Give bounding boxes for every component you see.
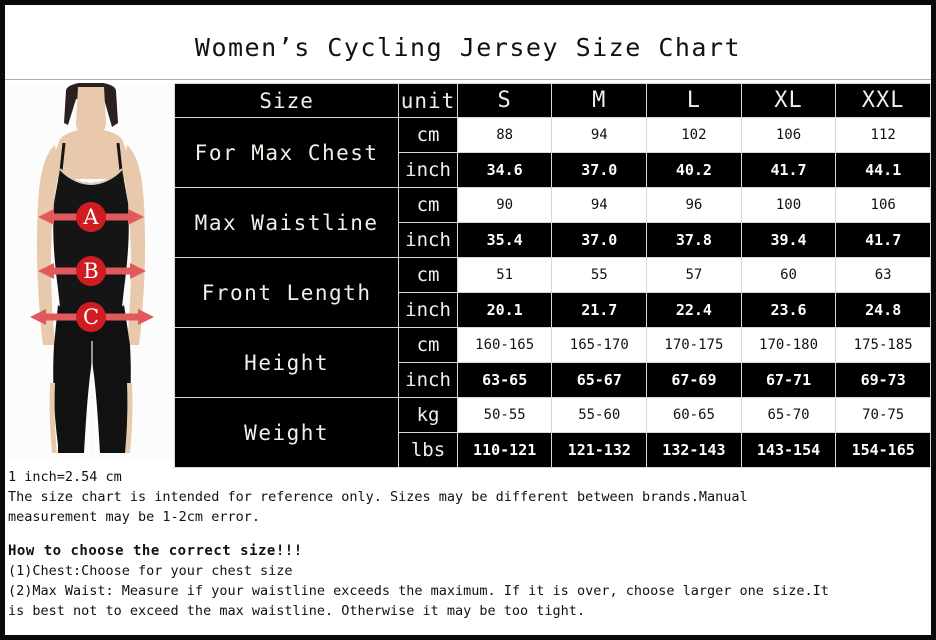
cell-3-inch-l: 67-69	[646, 362, 742, 398]
row-label-4: Weight	[173, 397, 400, 468]
header-size-s: S	[456, 83, 553, 118]
svg-text:C: C	[83, 305, 99, 329]
model-measurement-diagram: A B C	[8, 83, 174, 460]
svg-text:A: A	[82, 205, 99, 229]
header-size-m: M	[551, 83, 648, 118]
cell-2-cm-xl: 60	[740, 257, 837, 293]
cell-4-lbs-m: 121-132	[551, 432, 648, 468]
cell-1-inch-m: 37.0	[551, 222, 648, 258]
howto-line-3: is best not to exceed the max waistline.…	[8, 603, 586, 619]
cell-0-inch-m: 37.0	[551, 152, 648, 188]
note-conversion: 1 inch=2.54 cm	[8, 469, 122, 485]
cell-0-inch-s: 34.6	[456, 152, 553, 188]
cell-4-kg-s: 50-55	[456, 397, 553, 433]
table-row: For Max Chest cm 88 94 102 106 112	[173, 117, 931, 188]
cell-2-inch-xxl: 24.8	[835, 292, 931, 328]
cell-4-lbs-xl: 143-154	[740, 432, 837, 468]
cell-2-inch-xl: 23.6	[740, 292, 837, 328]
unit-cell-cm: cm	[398, 187, 458, 223]
unit-cell-inch: inch	[398, 152, 458, 188]
row-label-3: Height	[173, 327, 400, 398]
cell-2-inch-l: 22.4	[646, 292, 742, 328]
cell-4-kg-xxl: 70-75	[835, 397, 931, 433]
row-label-1: Max Waistline	[173, 187, 400, 258]
unit-cell-inch: inch	[398, 292, 458, 328]
cell-4-lbs-l: 132-143	[646, 432, 742, 468]
notes-block: 1 inch=2.54 cm The size chart is intende…	[8, 467, 928, 621]
cell-1-cm-xl: 100	[740, 187, 837, 223]
note-disclaimer-1: The size chart is intended for reference…	[8, 489, 748, 505]
row-label-2: Front Length	[173, 257, 400, 328]
cell-2-inch-s: 20.1	[456, 292, 553, 328]
cell-0-inch-l: 40.2	[646, 152, 742, 188]
svg-text:B: B	[83, 259, 98, 283]
cell-0-cm-xxl: 112	[835, 117, 931, 153]
cell-4-lbs-xxl: 154-165	[835, 432, 931, 468]
cell-1-inch-xxl: 41.7	[835, 222, 931, 258]
unit-cell-cm: cm	[398, 257, 458, 293]
howto-heading: How to choose the correct size!!!	[8, 543, 303, 559]
note-disclaimer-2: measurement may be 1-2cm error.	[8, 509, 260, 525]
cell-0-cm-l: 102	[646, 117, 742, 153]
cell-4-kg-xl: 65-70	[740, 397, 837, 433]
cell-3-cm-xl: 170-180	[740, 327, 837, 363]
cell-2-inch-m: 21.7	[551, 292, 648, 328]
cell-1-cm-s: 90	[456, 187, 553, 223]
cell-3-inch-m: 65-67	[551, 362, 648, 398]
cell-0-inch-xl: 41.7	[740, 152, 837, 188]
table-row: Front Length cm 51 55 57 60 63	[173, 257, 931, 328]
model-illustration: A B C	[8, 83, 174, 460]
cell-1-inch-s: 35.4	[456, 222, 553, 258]
howto-line-2: (2)Max Waist: Measure if your waistline …	[8, 583, 829, 599]
header-unit-label: unit	[398, 83, 458, 118]
table-row: Height cm 160-165 165-170 170-175 170-180 175-…	[173, 327, 931, 398]
cell-3-cm-s: 160-165	[456, 327, 553, 363]
table-header-row: Size unit S M L XL XXL	[173, 83, 931, 118]
howto-line-1: (1)Chest:Choose for your chest size	[8, 563, 293, 579]
cell-0-cm-xl: 106	[740, 117, 837, 153]
table-row: Weight kg 50-55 55-60 60-65 65-70 70-75	[173, 397, 931, 468]
cell-1-cm-xxl: 106	[835, 187, 931, 223]
header-size-label: Size	[173, 83, 400, 118]
page-title: Women’s Cycling Jersey Size Chart	[194, 33, 742, 62]
cell-2-cm-m: 55	[551, 257, 648, 293]
cell-2-cm-s: 51	[456, 257, 553, 293]
cell-1-cm-m: 94	[551, 187, 648, 223]
unit-cell-inch: inch	[398, 362, 458, 398]
unit-cell-kg: kg	[398, 397, 458, 433]
cell-1-inch-xl: 39.4	[740, 222, 837, 258]
unit-cell-lbs: lbs	[398, 432, 458, 468]
title-bar: Women’s Cycling Jersey Size Chart	[5, 5, 931, 80]
cell-0-inch-xxl: 44.1	[835, 152, 931, 188]
cell-3-cm-m: 165-170	[551, 327, 648, 363]
cell-3-cm-xxl: 175-185	[835, 327, 931, 363]
cell-4-kg-l: 60-65	[646, 397, 742, 433]
cell-0-cm-s: 88	[456, 117, 553, 153]
unit-cell-cm: cm	[398, 117, 458, 153]
cell-0-cm-m: 94	[551, 117, 648, 153]
cell-4-lbs-s: 110-121	[456, 432, 553, 468]
header-size-xl: XL	[740, 83, 837, 118]
table-row: Max Waistline cm 90 94 96 100 106	[173, 187, 931, 258]
unit-cell-inch: inch	[398, 222, 458, 258]
notes-spacer	[8, 527, 928, 541]
header-size-xxl: XXL	[835, 83, 931, 118]
cell-3-inch-s: 63-65	[456, 362, 553, 398]
cell-3-inch-xxl: 69-73	[835, 362, 931, 398]
cell-2-cm-l: 57	[646, 257, 742, 293]
row-label-0: For Max Chest	[173, 117, 400, 188]
cell-1-inch-l: 37.8	[646, 222, 742, 258]
size-chart-page: Women’s Cycling Jersey Size Chart A B C …	[0, 0, 936, 640]
cell-3-cm-l: 170-175	[646, 327, 742, 363]
cell-2-cm-xxl: 63	[835, 257, 931, 293]
cell-3-inch-xl: 67-71	[740, 362, 837, 398]
size-chart-table: Size unit S M L XL XXL For Max Chest cm 88 94 102 10…	[173, 83, 931, 468]
cell-1-cm-l: 96	[646, 187, 742, 223]
cell-4-kg-m: 55-60	[551, 397, 648, 433]
header-size-l: L	[646, 83, 742, 118]
unit-cell-cm: cm	[398, 327, 458, 363]
